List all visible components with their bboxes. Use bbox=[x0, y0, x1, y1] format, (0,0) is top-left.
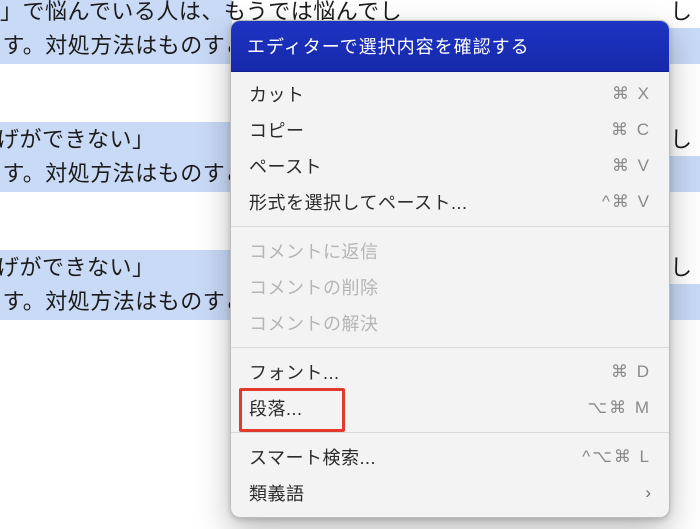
menu-item-label: 形式を選択してペースト... bbox=[249, 189, 563, 215]
menu-item-label: カット bbox=[249, 81, 563, 107]
menu-item-label: フォント... bbox=[249, 359, 563, 385]
document-text-line: 字下げができない」 bbox=[0, 122, 155, 158]
document-text-line: し bbox=[670, 0, 693, 30]
menu-item-label: ペースト bbox=[249, 153, 563, 179]
menu-item-paste[interactable]: ペースト ⌘ V bbox=[231, 148, 669, 184]
menu-item-delete-comment: コメントの削除 bbox=[231, 269, 669, 305]
menu-item-shortcut: ^⌘ V bbox=[563, 192, 651, 212]
context-menu: エディターで選択内容を確認する カット ⌘ X コピー ⌘ C ペースト ⌘ V… bbox=[230, 20, 670, 518]
menu-item-shortcut: ⌘ C bbox=[563, 120, 651, 140]
document-text-line: し bbox=[670, 122, 693, 158]
menu-item-label: コピー bbox=[249, 117, 563, 143]
menu-item-shortcut: ⌘ X bbox=[563, 84, 651, 104]
menu-item-font[interactable]: フォント... ⌘ D bbox=[231, 354, 669, 390]
menu-item-shortcut: ⌥⌘ M bbox=[563, 398, 651, 418]
menu-item-synonyms[interactable]: 類義語 › bbox=[231, 475, 669, 511]
menu-item-paste-special[interactable]: 形式を選択してペースト... ^⌘ V bbox=[231, 184, 669, 220]
document-text-line: 字下げができない」 bbox=[0, 250, 155, 286]
menu-item-label: コメントに返信 bbox=[249, 238, 651, 264]
menu-separator bbox=[231, 226, 669, 227]
menu-item-label: コメントの解決 bbox=[249, 310, 651, 336]
chevron-right-icon: › bbox=[645, 483, 651, 503]
menu-header-label: エディターで選択内容を確認する bbox=[247, 37, 530, 57]
menu-separator bbox=[231, 347, 669, 348]
menu-item-cut[interactable]: カット ⌘ X bbox=[231, 76, 669, 112]
document-text-line: し bbox=[670, 250, 693, 286]
menu-item-paragraph[interactable]: 段落... ⌥⌘ M bbox=[231, 390, 669, 426]
menu-item-shortcut: ⌘ V bbox=[563, 156, 651, 176]
menu-item-label: 類義語 bbox=[249, 480, 637, 506]
menu-item-label: 段落... bbox=[249, 395, 563, 421]
menu-item-resolve-comment: コメントの解決 bbox=[231, 305, 669, 341]
menu-item-shortcut: ^⌥⌘ L bbox=[563, 447, 651, 467]
menu-item-smart-lookup[interactable]: スマート検索... ^⌥⌘ L bbox=[231, 439, 669, 475]
menu-body: カット ⌘ X コピー ⌘ C ペースト ⌘ V 形式を選択してペースト... … bbox=[231, 72, 669, 517]
menu-item-reply-comment: コメントに返信 bbox=[231, 233, 669, 269]
menu-item-label: コメントの削除 bbox=[249, 274, 651, 300]
menu-separator bbox=[231, 432, 669, 433]
menu-item-shortcut: ⌘ D bbox=[563, 362, 651, 382]
menu-item-copy[interactable]: コピー ⌘ C bbox=[231, 112, 669, 148]
menu-header[interactable]: エディターで選択内容を確認する bbox=[231, 21, 669, 72]
menu-item-label: スマート検索... bbox=[249, 444, 563, 470]
